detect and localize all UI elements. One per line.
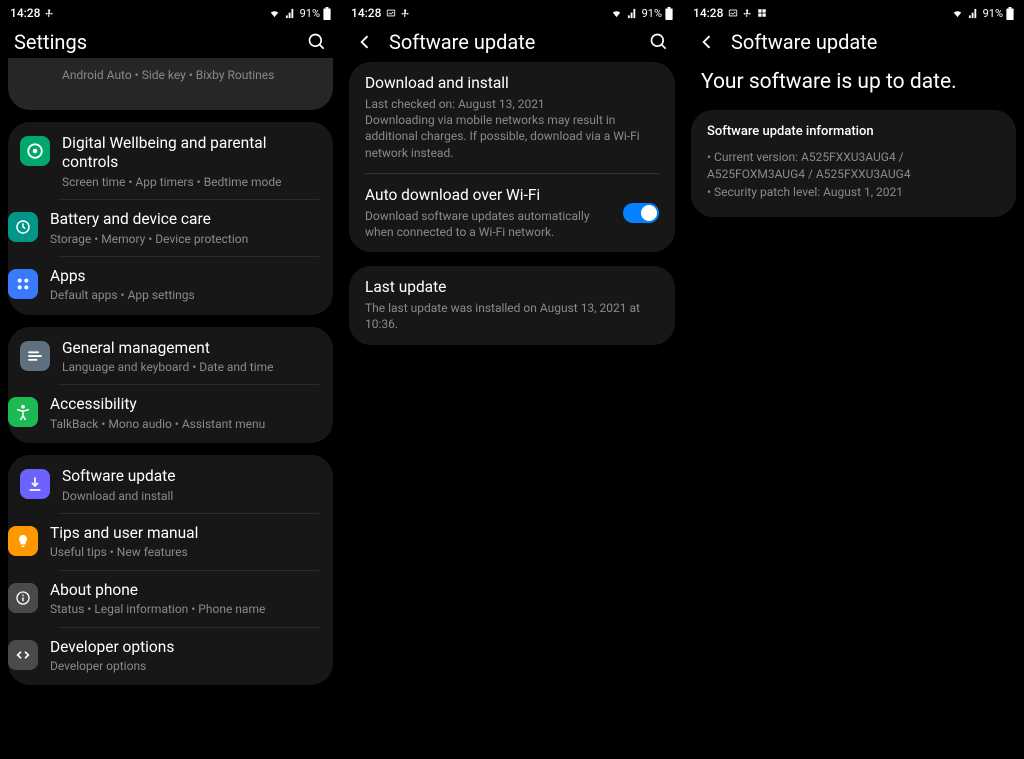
settings-header: Settings: [0, 24, 341, 62]
update-info-card: Software update information • Current ve…: [691, 110, 1016, 217]
signal-icon: [967, 8, 980, 19]
up-to-date-hero: Your software is up to date.: [683, 62, 1024, 110]
search-button[interactable]: [649, 32, 669, 52]
screenshot-icon: [386, 8, 396, 18]
about-phone-icon: [8, 583, 38, 613]
usb-icon: [743, 8, 752, 18]
back-button[interactable]: [697, 32, 717, 52]
page-title: Software update: [389, 30, 635, 54]
battery-icon: [1006, 7, 1014, 20]
auto-download-row[interactable]: Auto download over Wi-Fi Download softwa…: [365, 173, 659, 240]
back-button[interactable]: [355, 32, 375, 52]
software-update-header: Software update: [683, 24, 1024, 62]
settings-item-title: Apps: [50, 267, 305, 286]
settings-item-developer-options[interactable]: Developer options Developer options: [58, 627, 319, 684]
grid-icon: [757, 8, 767, 18]
settings-item-title: Accessibility: [50, 395, 305, 414]
settings-group-system: Software update Download and install Tip…: [8, 455, 333, 685]
update-info-patch: • Security patch level: August 1, 2021: [707, 184, 1000, 201]
settings-item-title: General management: [62, 339, 319, 358]
sw-row-title: Last update: [365, 278, 659, 296]
status-bar: 14:28 91%: [683, 0, 1024, 24]
page-title: Settings: [14, 30, 293, 54]
general-management-icon: [20, 341, 50, 371]
tips-icon: [8, 526, 38, 556]
settings-item-title: Software update: [62, 467, 319, 486]
settings-item-sub: Default apps • App settings: [50, 288, 305, 302]
clock-text: 14:28: [10, 6, 40, 20]
page-title: Software update: [731, 30, 1010, 54]
software-update-options-card: Download and install Last checked on: Au…: [349, 62, 675, 252]
status-bar: 14:28 91%: [0, 0, 341, 24]
usb-icon: [45, 8, 54, 18]
settings-item-sub: Useful tips • New features: [50, 545, 305, 559]
clock-text: 14:28: [351, 6, 381, 20]
wifi-icon: [951, 8, 964, 19]
apps-icon: [8, 269, 38, 299]
signal-icon: [284, 8, 297, 19]
settings-item-title: Developer options: [50, 638, 305, 657]
settings-item-battery[interactable]: Battery and device care Storage • Memory…: [58, 199, 319, 256]
last-update-row[interactable]: Last update The last update was installe…: [365, 278, 659, 332]
battery-text: 91%: [642, 7, 662, 20]
battery-icon: [323, 7, 331, 20]
settings-group-wellbeing: Digital Wellbeing and parental controls …: [8, 122, 333, 315]
settings-group-advanced: Android Auto • Side key • Bixby Routines: [8, 58, 333, 110]
settings-item-sub: Download and install: [62, 489, 319, 503]
battery-text: 91%: [300, 7, 320, 20]
usb-icon: [401, 8, 410, 18]
settings-item-title: Battery and device care: [50, 210, 305, 229]
wifi-icon: [268, 8, 281, 19]
settings-item-sub: Storage • Memory • Device protection: [50, 232, 305, 246]
update-info-version: • Current version: A525FXXU3AUG4 / A525F…: [707, 149, 1000, 184]
settings-item-sub: Android Auto • Side key • Bixby Routines: [62, 68, 319, 82]
settings-item-accessibility[interactable]: Accessibility TalkBack • Mono audio • As…: [58, 384, 319, 441]
settings-item-sub: Screen time • App timers • Bedtime mode: [62, 175, 319, 189]
settings-item-sub: Status • Legal information • Phone name: [50, 602, 305, 616]
auto-download-toggle[interactable]: [623, 203, 659, 223]
settings-item-tips[interactable]: Tips and user manual Useful tips • New f…: [58, 513, 319, 570]
status-bar: 14:28 91%: [341, 0, 683, 24]
digital-wellbeing-icon: [20, 136, 50, 166]
sw-row-title: Auto download over Wi-Fi: [365, 186, 613, 204]
settings-item-title: Tips and user manual: [50, 524, 305, 543]
screenshot-icon: [728, 8, 738, 18]
signal-icon: [626, 8, 639, 19]
sw-row-sub: Last checked on: August 13, 2021 Downloa…: [365, 96, 659, 161]
settings-item-about-phone[interactable]: About phone Status • Legal information •…: [58, 570, 319, 627]
sw-row-sub: Download software updates automatically …: [365, 208, 613, 240]
wifi-icon: [610, 8, 623, 19]
settings-item-digital-wellbeing[interactable]: Digital Wellbeing and parental controls …: [8, 124, 333, 199]
search-button[interactable]: [307, 32, 327, 52]
settings-item-sub: TalkBack • Mono audio • Assistant menu: [50, 417, 305, 431]
clock-text: 14:28: [693, 6, 723, 20]
settings-item-sub: Language and keyboard • Date and time: [62, 360, 319, 374]
settings-item-general-management[interactable]: General management Language and keyboard…: [8, 329, 333, 385]
settings-item-sub: Developer options: [50, 659, 305, 673]
battery-care-icon: [8, 212, 38, 242]
sw-row-title: Download and install: [365, 74, 659, 92]
last-update-card: Last update The last update was installe…: [349, 266, 675, 344]
download-install-row[interactable]: Download and install Last checked on: Au…: [365, 74, 659, 161]
settings-item-title: About phone: [50, 581, 305, 600]
developer-options-icon: [8, 640, 38, 670]
battery-icon: [665, 7, 673, 20]
accessibility-icon: [8, 397, 38, 427]
settings-group-general: General management Language and keyboard…: [8, 327, 333, 444]
sw-row-sub: The last update was installed on August …: [365, 300, 659, 332]
settings-item-software-update[interactable]: Software update Download and install: [8, 457, 333, 513]
battery-text: 91%: [983, 7, 1003, 20]
settings-item-advanced-features[interactable]: Android Auto • Side key • Bixby Routines: [8, 60, 333, 108]
software-update-header: Software update: [341, 24, 683, 62]
update-info-heading: Software update information: [707, 124, 1000, 139]
settings-item-apps[interactable]: Apps Default apps • App settings: [58, 256, 319, 313]
hero-title: Your software is up to date.: [701, 70, 1006, 94]
settings-item-title: Digital Wellbeing and parental controls: [62, 134, 319, 173]
software-update-icon: [20, 469, 50, 499]
